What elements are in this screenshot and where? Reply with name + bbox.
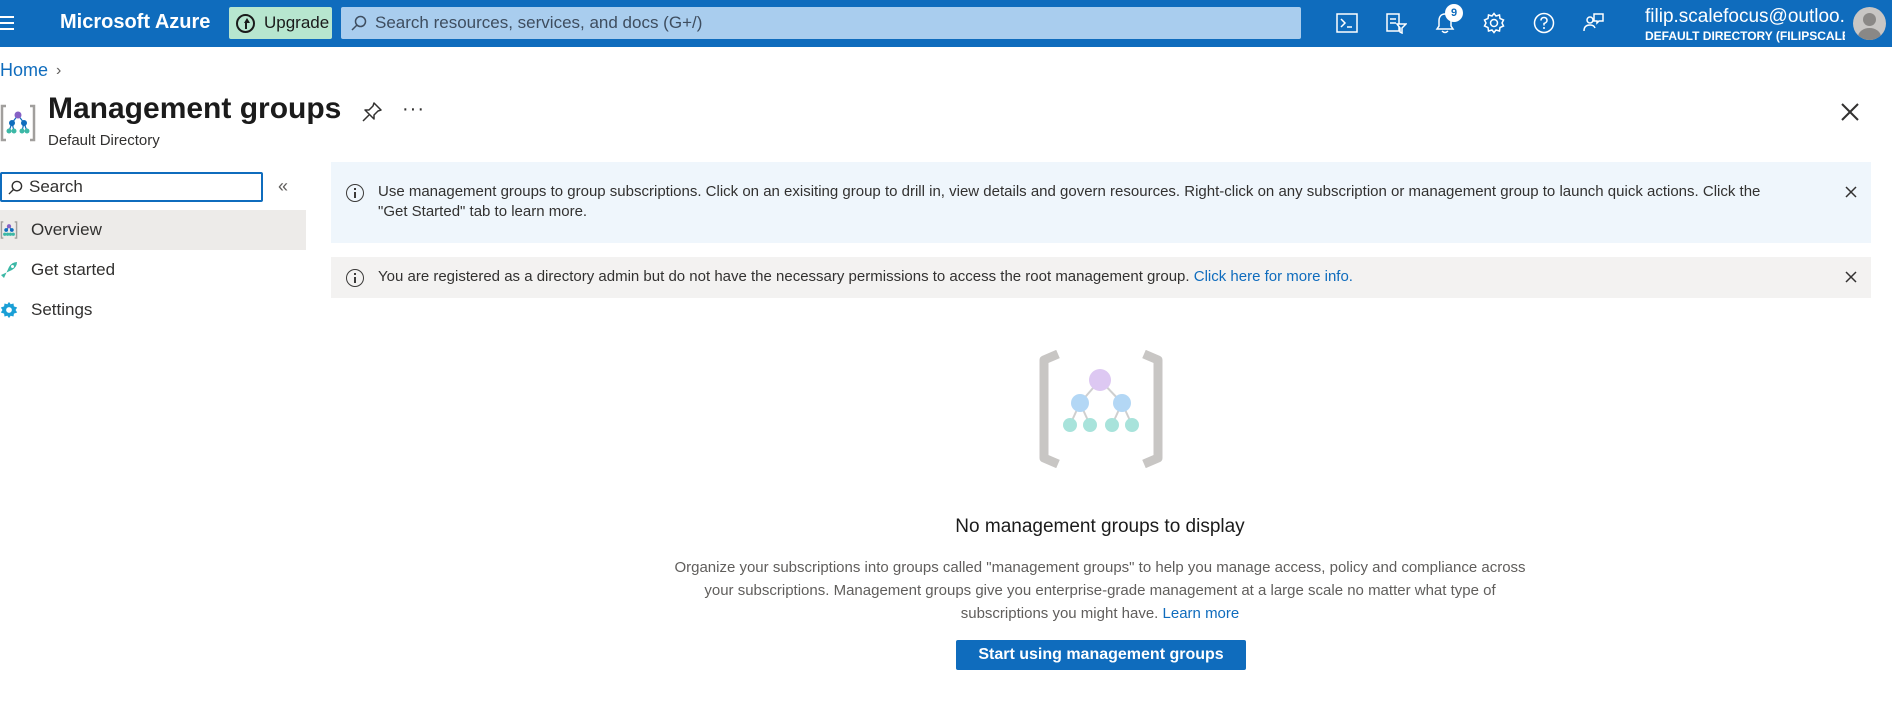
avatar[interactable] [1853,7,1886,40]
management-groups-illustration-icon [1039,350,1163,468]
info-banner: Use management groups to group subscript… [331,162,1871,243]
collapse-sidebar-button[interactable]: « [278,176,288,197]
page-title: Management groups [48,92,342,125]
sidebar-search-input[interactable] [29,177,249,197]
top-bar: Microsoft Azure Upgrade 9 filip.scalefoc… [0,0,1892,47]
permission-banner-message: You are registered as a directory admin … [378,268,1190,285]
breadcrumb-home-link[interactable]: Home [0,60,48,81]
gear-icon [0,301,18,319]
sidebar-search[interactable] [0,172,263,202]
sidebar-item-get-started[interactable]: Get started [0,250,306,290]
account-menu[interactable]: filip.scalefocus@outloo... DEFAULT DIREC… [1645,6,1845,43]
permission-banner: You are registered as a directory admin … [331,257,1871,298]
user-directory: DEFAULT DIRECTORY (FILIPSCALE... [1645,29,1845,43]
empty-state-title: No management groups to display [955,516,1245,537]
dismiss-info-banner-icon[interactable] [1843,184,1859,200]
cloud-shell-icon[interactable] [1334,10,1360,36]
brand-title[interactable]: Microsoft Azure [60,11,210,34]
feedback-icon[interactable] [1580,10,1606,36]
rocket-icon [1,262,17,278]
chevron-right-icon: › [56,61,62,79]
sidebar-nav: Overview Get started Settings [0,210,306,330]
upgrade-button[interactable]: Upgrade [229,7,332,39]
empty-state-description-text: Organize your subscriptions into groups … [674,559,1526,622]
breadcrumb: Home › [0,60,61,81]
global-search[interactable] [341,7,1301,39]
close-icon[interactable] [1838,100,1862,124]
page-subtitle: Default Directory [48,132,160,149]
sidebar-item-label: Settings [31,300,93,319]
user-email: filip.scalefocus@outloo... [1645,6,1845,27]
sidebar-item-label: Overview [31,220,102,239]
settings-gear-icon[interactable] [1481,10,1507,36]
sidebar-item-overview[interactable]: Overview [0,210,306,250]
dismiss-permission-banner-icon[interactable] [1843,269,1859,285]
pin-icon[interactable] [360,100,384,124]
help-icon[interactable] [1531,10,1557,36]
sidebar-item-label: Get started [31,260,116,279]
upgrade-label: Upgrade [264,13,330,32]
info-banner-text: Use management groups to group subscript… [378,183,1761,220]
management-groups-icon [0,221,18,239]
directory-filter-icon[interactable] [1383,10,1409,36]
start-using-management-groups-button[interactable]: Start using management groups [956,640,1246,670]
search-icon [8,180,23,195]
info-icon [346,269,364,287]
more-options-button[interactable]: ··· [402,98,425,121]
menu-icon[interactable] [0,12,14,34]
learn-more-link[interactable]: Learn more [1163,605,1240,622]
management-groups-icon [0,104,36,142]
upgrade-arrow-icon [236,13,255,33]
global-search-input[interactable] [375,13,1275,33]
info-icon [346,184,364,202]
sidebar-item-settings[interactable]: Settings [0,290,306,330]
permission-banner-text: You are registered as a directory admin … [378,267,1353,287]
empty-state-description: Organize your subscriptions into groups … [670,556,1530,625]
notification-badge: 9 [1445,4,1463,22]
search-icon [351,15,367,31]
more-info-link[interactable]: Click here for more info. [1194,268,1353,285]
